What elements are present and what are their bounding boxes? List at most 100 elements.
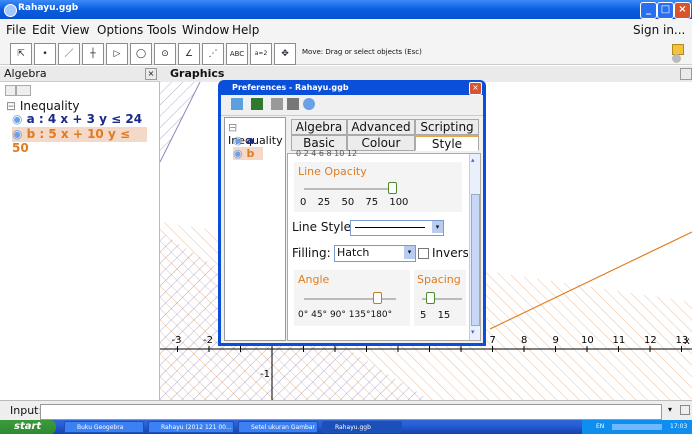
slider-tool-button[interactable]: a=2 <box>250 43 272 65</box>
defaults-prefs-icon[interactable] <box>251 98 263 110</box>
spacing-slider-thumb[interactable] <box>426 292 435 304</box>
window-title: Rahayu.ggb <box>18 3 79 13</box>
system-tray: EN 17:03 <box>582 420 692 434</box>
angle-tick-180: 180° <box>370 310 393 320</box>
x-tick-label: -3 <box>172 335 182 346</box>
angle-tick-90: 90° <box>329 310 346 320</box>
menu-file[interactable]: File <box>6 23 26 37</box>
algebra-group-inequality[interactable]: ⊟ Inequality <box>6 99 79 113</box>
line-opacity-tick-50: 50 <box>341 197 355 208</box>
sign-in-link[interactable]: Sign in... <box>633 23 685 37</box>
line-opacity-tick-100: 100 <box>389 197 409 208</box>
toggle-auxiliary-icon[interactable] <box>5 85 16 96</box>
graphics-style-icon[interactable] <box>680 68 692 80</box>
taskbar-item-4[interactable]: Rahayu.ggb <box>322 421 402 433</box>
x-axis-label: x <box>684 336 690 347</box>
filling-dropdown-value: Hatch <box>337 246 370 259</box>
x-tick-label: -2 <box>203 335 213 346</box>
algebra-prefs-icon[interactable] <box>271 98 283 110</box>
filling-dropdown[interactable]: Hatch ▾ <box>334 245 416 262</box>
line-style-dropdown[interactable]: ▾ <box>350 220 444 236</box>
move-tool-button[interactable]: ⇱ <box>10 43 32 65</box>
angle-slider-track[interactable] <box>304 292 396 304</box>
tab-advanced[interactable]: Advanced <box>347 119 415 135</box>
scroll-down-icon[interactable]: ▾ <box>471 328 475 336</box>
close-window-button[interactable]: × <box>674 2 691 19</box>
circle-tool-button[interactable]: ◯ <box>130 43 152 65</box>
menu-help[interactable]: Help <box>232 23 259 37</box>
angle-tool-button[interactable]: ∠ <box>178 43 200 65</box>
taskbar-item-2[interactable]: Rahayu (2012 121 00... <box>148 421 234 433</box>
perpendicular-tool-button[interactable]: ┼ <box>82 43 104 65</box>
line-opacity-slider-track[interactable] <box>304 182 398 194</box>
menu-window[interactable]: Window <box>182 23 229 37</box>
menu-edit[interactable]: Edit <box>32 23 55 37</box>
angle-tick-45: 45° <box>311 310 328 320</box>
angle-panel: Angle 0° 45° 90° 135°180° <box>294 270 410 326</box>
input-label: Input: <box>10 404 43 417</box>
angle-slider-thumb[interactable] <box>372 292 382 304</box>
preferences-dialog: Preferences - Rahayu.ggb × ⊟ Inequality … <box>218 80 486 346</box>
line-opacity-tick-25: 25 <box>317 197 331 208</box>
reflect-tool-button[interactable]: ⋰ <box>202 43 224 65</box>
tab-algebra[interactable]: Algebra <box>291 119 347 135</box>
move-view-tool-button[interactable]: ✥ <box>274 43 296 65</box>
preferences-toolbar <box>221 95 483 116</box>
algebra-item-b-label: b : 5 x + 10 y ≤ 50 <box>12 127 131 155</box>
ellipse-tool-button[interactable]: ⊙ <box>154 43 176 65</box>
algebra-panel-title: Algebra <box>4 67 47 80</box>
polygon-tool-button[interactable]: ▷ <box>106 43 128 65</box>
sort-objects-icon[interactable] <box>16 85 31 96</box>
start-button[interactable]: start <box>0 420 56 434</box>
tab-colour[interactable]: Colour <box>347 135 415 151</box>
menu-tools[interactable]: Tools <box>147 23 177 37</box>
maximize-button[interactable]: □ <box>657 2 674 19</box>
preferences-title: Preferences - Rahayu.ggb <box>232 83 349 92</box>
close-algebra-view-icon[interactable]: × <box>145 68 157 80</box>
tray-icons[interactable] <box>612 424 662 430</box>
chevron-down-icon[interactable]: ▾ <box>404 246 415 259</box>
line-tool-button[interactable]: ／ <box>58 43 80 65</box>
preferences-body: ⊟ Inequality ◉ a ◉ b Algebra Advanced Sc… <box>221 95 483 343</box>
algebra-panel: ⊟ Inequality ◉ a : 4 x + 3 y ≤ 24 ◉ b : … <box>0 82 160 400</box>
vertical-scrollbar[interactable]: ▴ ▾ <box>469 154 480 340</box>
spacing-panel: Spacing 5 15 <box>414 270 466 326</box>
advanced-prefs-icon[interactable] <box>303 98 315 110</box>
tray-language[interactable]: EN <box>596 420 604 434</box>
algebra-group-label: Inequality <box>19 99 80 113</box>
inverse-checkbox-box[interactable] <box>418 248 429 259</box>
line-opacity-slider-thumb[interactable] <box>388 182 398 194</box>
tab-style[interactable]: Style <box>415 135 479 151</box>
menu-options[interactable]: Options <box>97 23 143 37</box>
taskbar-item-1[interactable]: Buku Geogebra <box>64 421 144 433</box>
spacing-slider-track[interactable] <box>422 292 462 304</box>
help-icon[interactable] <box>672 54 681 63</box>
taskbar-item-3[interactable]: Setel ukuran Gambar ... <box>238 421 318 433</box>
graphics-prefs-icon[interactable] <box>231 98 243 110</box>
menu-view[interactable]: View <box>61 23 89 37</box>
object-list-item-a[interactable]: ◉ a <box>233 134 254 147</box>
spacing-tick-5: 5 <box>420 310 427 321</box>
input-help-icon[interactable]: ▾ <box>668 405 672 414</box>
algebra-panel-header: Algebra × <box>0 66 160 82</box>
tab-scripting[interactable]: Scripting <box>415 119 479 135</box>
windows-taskbar: start Buku Geogebra Rahayu (2012 121 00.… <box>0 420 692 434</box>
filling-label: Filling: <box>292 246 331 260</box>
algebra-item-b[interactable]: ◉ b : 5 x + 10 y ≤ 50 <box>12 127 147 155</box>
preferences-close-button[interactable]: × <box>469 82 482 95</box>
scroll-up-icon[interactable]: ▴ <box>471 156 475 164</box>
symbol-table-icon[interactable] <box>680 405 690 415</box>
spacing-tick-15: 15 <box>437 310 451 321</box>
chevron-down-icon[interactable]: ▾ <box>432 221 443 233</box>
inverse-filling-checkbox[interactable]: Inverse F <box>418 246 468 260</box>
algebra-item-a[interactable]: ◉ a : 4 x + 3 y ≤ 24 <box>12 112 142 126</box>
scroll-thumb[interactable] <box>471 194 480 326</box>
spreadsheet-prefs-icon[interactable] <box>287 98 299 110</box>
text-tool-button[interactable]: ABC <box>226 43 248 65</box>
object-list-item-b-label: b <box>246 147 255 160</box>
y-tick-label: -1 <box>260 369 270 380</box>
object-list-item-b[interactable]: ◉ b <box>233 147 263 160</box>
input-field[interactable] <box>40 404 662 420</box>
minimize-button[interactable]: _ <box>640 2 657 19</box>
point-tool-button[interactable]: • <box>34 43 56 65</box>
